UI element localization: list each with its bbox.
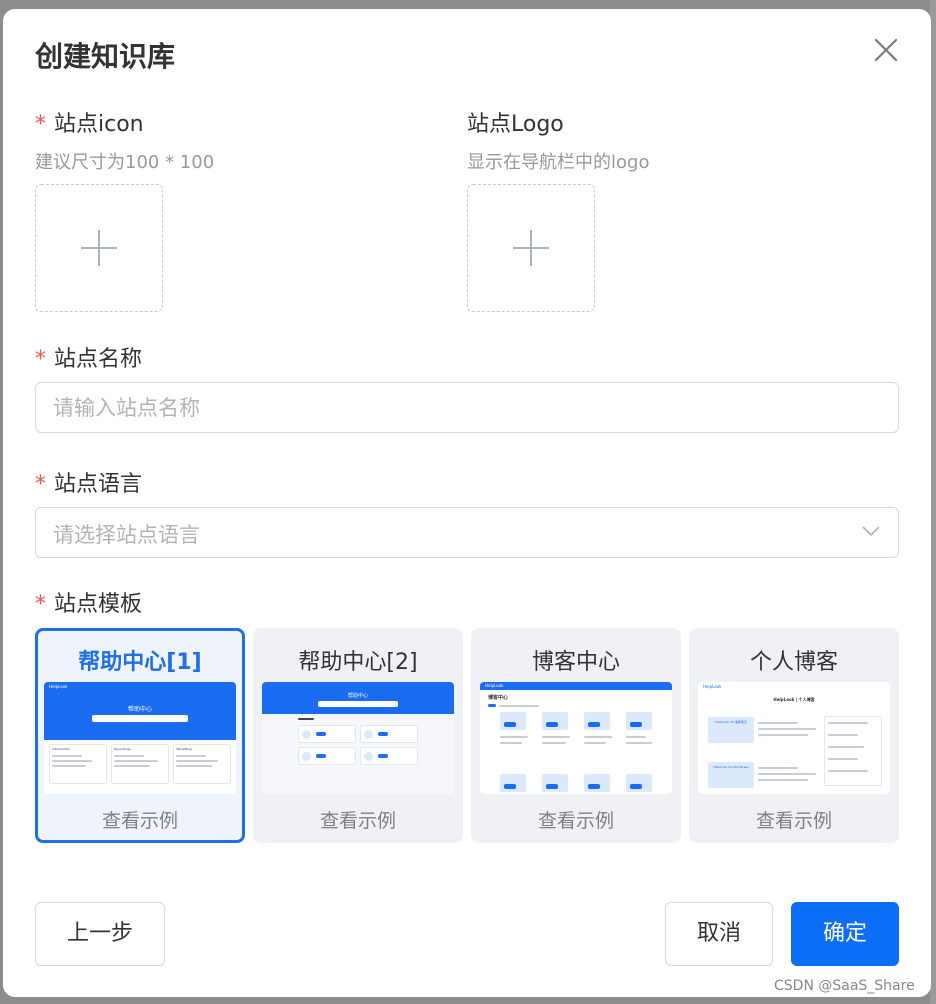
thumb-card-title: Introduction xyxy=(52,747,71,751)
template-card-blog-center[interactable]: 博客中心 HelpLook 博客中心 查看示例 xyxy=(471,628,681,843)
template-name: 帮助中心[1] xyxy=(78,650,202,675)
site-language-placeholder: 请选择站点语言 xyxy=(53,523,200,547)
dialog-title: 创建知识库 xyxy=(35,40,176,73)
view-example-link[interactable]: 查看示例 xyxy=(38,806,242,833)
plus-icon xyxy=(513,230,549,266)
watermark: CSDN @SaaS_Share xyxy=(774,978,915,994)
thumb-heading: HelpLook | 个人博客 xyxy=(773,697,815,702)
template-name: 博客中心 xyxy=(531,650,620,675)
previous-step-button[interactable]: 上一步 xyxy=(35,902,165,966)
site-icon-label-text: 站点icon xyxy=(54,112,144,137)
required-mark: * xyxy=(35,592,46,617)
required-mark: * xyxy=(35,112,46,137)
thumb-heading: 博客中心 xyxy=(488,695,509,701)
template-card-help-center-2[interactable]: 帮助中心[2] 帮助中心 查看示例 xyxy=(253,628,463,843)
create-knowledge-base-dialog: 创建知识库 * 站点icon 建议尺寸为100 * 100 站点Logo 显示在导… xyxy=(3,9,931,997)
site-logo-label: 站点Logo xyxy=(467,112,564,137)
chevron-down-icon xyxy=(862,526,880,537)
thumb-badge: HelpLook VS WordPress xyxy=(713,765,749,769)
template-preview-thumbnail: HelpLook HelpLook | 个人博客 HelpLook VS 语雀笔… xyxy=(698,682,890,794)
thumb-brand: HelpLook xyxy=(485,683,504,688)
cancel-button[interactable]: 取消 xyxy=(665,902,773,966)
site-icon-label: * 站点icon xyxy=(35,106,144,138)
site-icon-hint: 建议尺寸为100 * 100 xyxy=(35,152,215,173)
site-name-input[interactable] xyxy=(35,382,899,433)
thumb-hero-title: 帮助中心 xyxy=(347,693,368,699)
site-name-label-text: 站点名称 xyxy=(54,347,143,372)
site-template-label: * 站点模板 xyxy=(35,586,142,618)
template-name: 个人博客 xyxy=(749,650,838,675)
thumb-brand: HelpLook xyxy=(49,684,68,689)
view-example-link[interactable]: 查看示例 xyxy=(255,806,461,833)
site-name-label: * 站点名称 xyxy=(35,341,142,373)
required-mark: * xyxy=(35,347,46,372)
template-preview-thumbnail: 帮助中心 xyxy=(262,682,454,794)
template-name: 帮助中心[2] xyxy=(298,650,418,675)
site-logo-hint: 显示在导航栏中的logo xyxy=(467,152,650,173)
thumb-card-title: Recordings xyxy=(114,747,131,751)
site-language-label: * 站点语言 xyxy=(35,466,142,498)
site-language-label-text: 站点语言 xyxy=(54,472,143,497)
site-logo-uploader[interactable] xyxy=(467,184,595,312)
view-example-link[interactable]: 查看示例 xyxy=(691,806,897,833)
site-template-label-text: 站点模板 xyxy=(54,592,143,617)
site-icon-uploader[interactable] xyxy=(35,184,163,312)
site-language-select[interactable]: 请选择站点语言 xyxy=(35,507,899,558)
thumb-hero-title: 帮助中心 xyxy=(127,706,152,713)
close-icon[interactable] xyxy=(871,35,901,65)
template-preview-thumbnail: HelpLook 帮助中心 Introduction Recordings VR… xyxy=(44,682,236,794)
confirm-button[interactable]: 确定 xyxy=(791,902,899,966)
thumb-card-title: VR-Setting xyxy=(176,747,192,751)
view-example-link[interactable]: 查看示例 xyxy=(473,806,679,833)
plus-icon xyxy=(81,230,117,266)
required-mark: * xyxy=(35,472,46,497)
thumb-brand: HelpLook xyxy=(703,684,722,689)
template-card-personal-blog[interactable]: 个人博客 HelpLook HelpLook | 个人博客 HelpLook V… xyxy=(689,628,899,843)
template-card-help-center-1[interactable]: 帮助中心[1] HelpLook 帮助中心 Introduction Recor… xyxy=(35,628,245,843)
thumb-badge: HelpLook VS 语雀笔记 xyxy=(715,720,747,724)
template-preview-thumbnail: HelpLook 博客中心 xyxy=(480,682,672,794)
